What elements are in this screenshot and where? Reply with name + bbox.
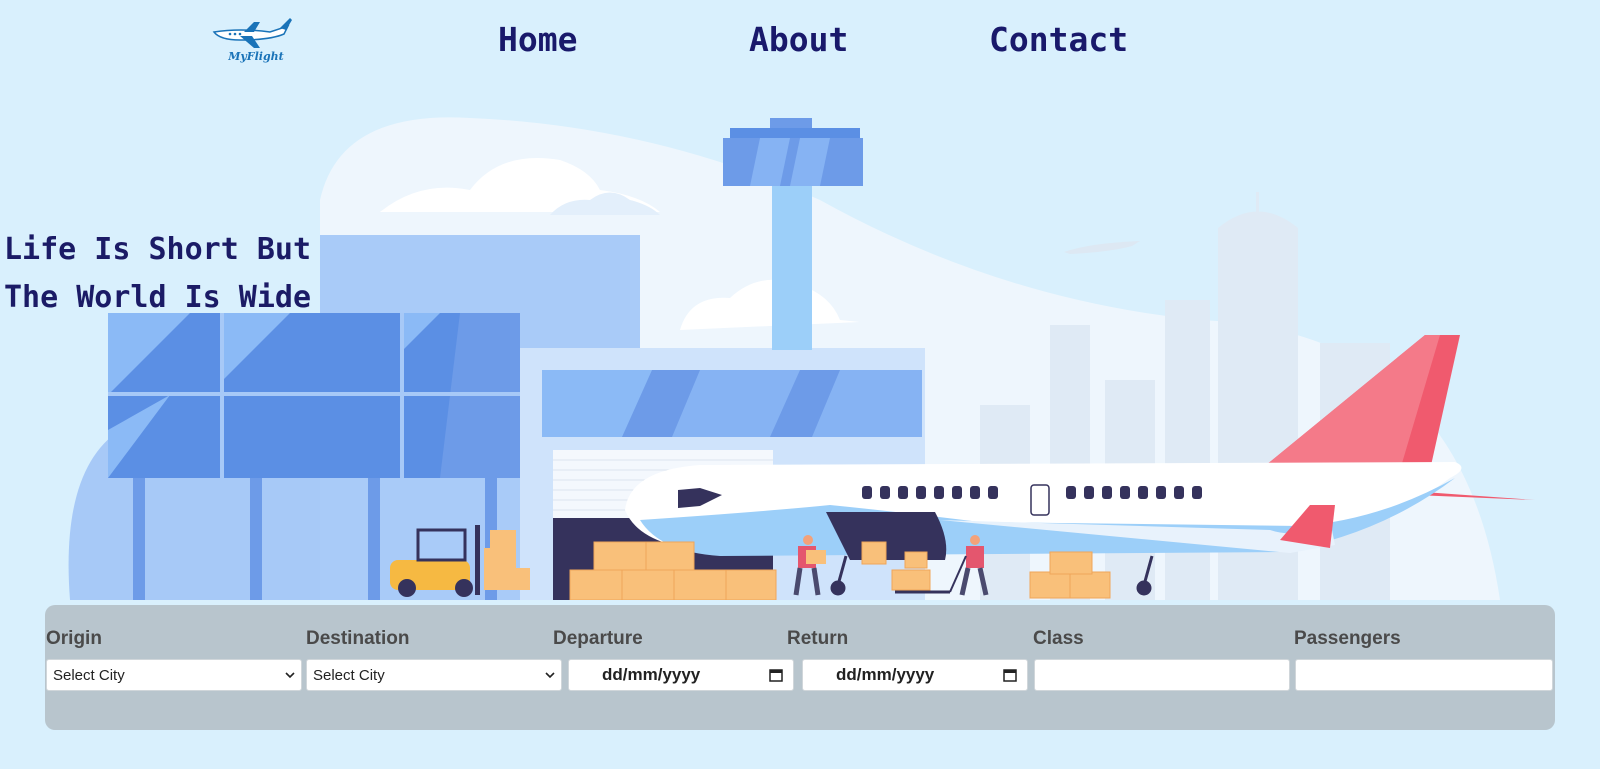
flight-search-panel: Origin Select City Destination Select Ci… bbox=[45, 605, 1555, 730]
return-label: Return bbox=[787, 628, 849, 649]
class-label: Class bbox=[1033, 628, 1084, 649]
chevron-down-icon bbox=[545, 672, 555, 679]
myflight-logo[interactable]: MyFlight bbox=[210, 14, 294, 70]
origin-label: Origin bbox=[46, 628, 102, 649]
airplane-logo-icon bbox=[212, 18, 292, 48]
tagline-line-2: The World Is Wide bbox=[4, 280, 312, 315]
origin-select-value: Select City bbox=[53, 666, 125, 684]
logo-text: MyFlight bbox=[228, 50, 284, 63]
chevron-down-icon bbox=[285, 672, 295, 679]
departure-date-input[interactable]: dd/mm/yyyy bbox=[568, 659, 794, 691]
destination-select-value: Select City bbox=[313, 666, 385, 684]
top-navigation: MyFlight Home About Contact bbox=[0, 0, 1600, 90]
passengers-label: Passengers bbox=[1294, 628, 1401, 649]
passengers-input[interactable] bbox=[1295, 659, 1553, 691]
tagline-line-1: Life Is Short But bbox=[4, 232, 312, 267]
departure-date-value: dd/mm/yyyy bbox=[602, 665, 701, 684]
origin-select[interactable]: Select City bbox=[46, 659, 302, 691]
destination-label: Destination bbox=[306, 628, 410, 649]
hero-tagline: Life Is Short But The World Is Wide bbox=[4, 226, 311, 322]
class-input[interactable] bbox=[1034, 659, 1290, 691]
departure-label: Departure bbox=[553, 628, 643, 649]
airport-illustration bbox=[68, 117, 1535, 600]
calendar-icon[interactable] bbox=[769, 668, 783, 682]
nav-about-link[interactable]: About bbox=[749, 20, 848, 59]
return-date-value: dd/mm/yyyy bbox=[836, 665, 935, 684]
return-date-input[interactable]: dd/mm/yyyy bbox=[802, 659, 1028, 691]
calendar-icon[interactable] bbox=[1003, 668, 1017, 682]
nav-contact-link[interactable]: Contact bbox=[989, 20, 1128, 59]
nav-home-link[interactable]: Home bbox=[498, 20, 577, 59]
destination-select[interactable]: Select City bbox=[306, 659, 562, 691]
